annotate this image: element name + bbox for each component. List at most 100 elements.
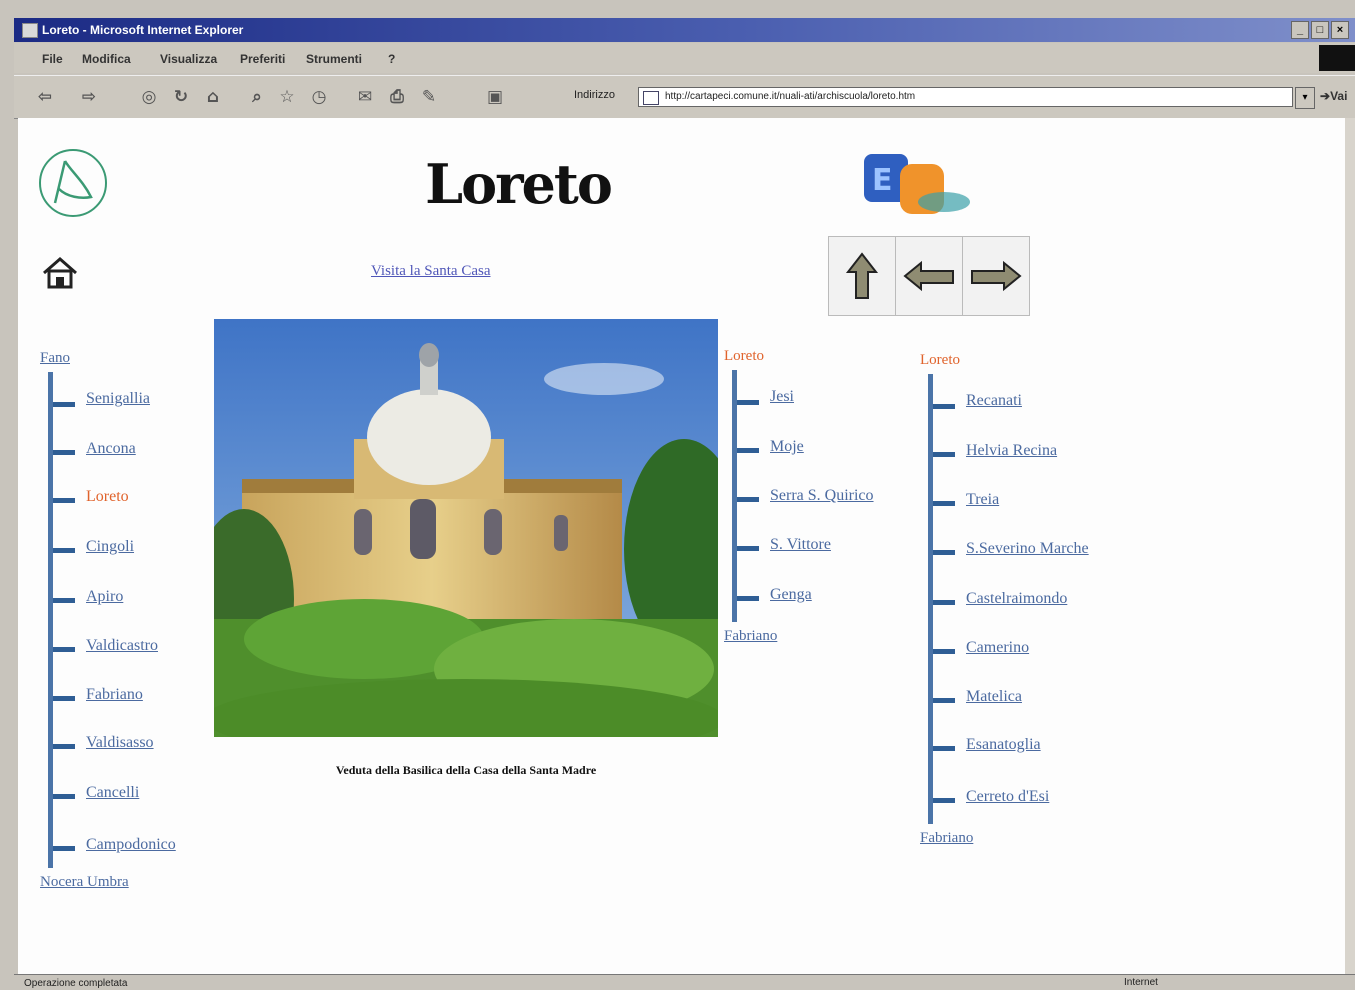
- discuss-icon[interactable]: ▣: [484, 86, 506, 108]
- tree-tick: [737, 497, 759, 502]
- itinerary-tree-left: Fano Senigallia Ancona Loreto Cingoli Ap…: [40, 350, 240, 890]
- print-icon[interactable]: ⎙: [386, 86, 408, 108]
- close-button[interactable]: ×: [1331, 21, 1349, 39]
- status-zone: Internet: [1124, 977, 1158, 988]
- page-title: Loreto: [425, 152, 613, 216]
- menu-bar: File Modifica Visualizza Preferiti Strum…: [14, 43, 1355, 73]
- address-bar[interactable]: http://cartapeci.comune.it/nuali-ati/arc…: [638, 87, 1293, 107]
- refresh-icon[interactable]: ↻: [170, 86, 192, 108]
- vertical-scrollbar[interactable]: [1345, 118, 1355, 974]
- up-arrow-icon[interactable]: [829, 237, 896, 315]
- window-title: Loreto - Microsoft Internet Explorer: [42, 23, 244, 37]
- menu-help[interactable]: ?: [388, 52, 395, 66]
- page-content: Loreto Visita la Santa Casa E Veduta del…: [18, 118, 1345, 974]
- tree-left-tail-link[interactable]: Nocera Umbra: [40, 874, 129, 891]
- tree-left-item-ancona[interactable]: Ancona: [86, 440, 136, 458]
- go-button[interactable]: ➔Vai: [1320, 89, 1347, 103]
- left-arrow-icon[interactable]: [896, 237, 963, 315]
- photo-caption: Veduta della Basilica della Casa della S…: [335, 763, 597, 777]
- tree-mid-item-moje[interactable]: Moje: [770, 438, 804, 456]
- navigation-buttons: [828, 236, 1030, 316]
- tree-tick: [737, 400, 759, 405]
- tree-right-item-helvia-recina[interactable]: Helvia Recina: [966, 442, 1057, 460]
- tree-left-item-valdisasso[interactable]: Valdisasso: [86, 734, 154, 752]
- menu-modifica[interactable]: Modifica: [82, 52, 131, 66]
- tree-tick: [53, 696, 75, 701]
- right-arrow-icon[interactable]: [963, 237, 1029, 315]
- tree-tick: [53, 744, 75, 749]
- menu-preferiti[interactable]: Preferiti: [240, 52, 285, 66]
- minimize-button[interactable]: _: [1291, 21, 1309, 39]
- tree-left-item-cingoli[interactable]: Cingoli: [86, 538, 134, 556]
- tree-left-item-fabriano[interactable]: Fabriano: [86, 686, 143, 704]
- tree-right-item-treia[interactable]: Treia: [966, 491, 999, 509]
- tree-mid-item-s-vittore[interactable]: S. Vittore: [770, 536, 831, 554]
- tree-right-item-camerino[interactable]: Camerino: [966, 639, 1029, 657]
- tree-left-item-campodonico[interactable]: Campodonico: [86, 836, 176, 854]
- tree-right-spine: [928, 374, 933, 824]
- tree-tick: [53, 794, 75, 799]
- tree-tick: [737, 546, 759, 551]
- menu-file[interactable]: File: [42, 52, 63, 66]
- tree-tick: [53, 598, 75, 603]
- home-page-icon[interactable]: [40, 255, 80, 291]
- tree-right-item-cerreto-d-esi[interactable]: Cerreto d'Esi: [966, 788, 1049, 806]
- edit-icon[interactable]: ✎: [418, 86, 440, 108]
- logo-a-icon[interactable]: [39, 149, 107, 217]
- tree-mid-item-serra-s-quirico[interactable]: Serra S. Quirico: [770, 487, 874, 505]
- tree-left-item-senigallia[interactable]: Senigallia: [86, 390, 150, 408]
- go-label: Vai: [1330, 89, 1348, 103]
- tree-tick: [933, 501, 955, 506]
- home-icon[interactable]: ⌂: [202, 86, 224, 108]
- tree-tick: [933, 550, 955, 555]
- history-icon[interactable]: ◷: [308, 86, 330, 108]
- tree-left-head-link[interactable]: Fano: [40, 350, 70, 367]
- tree-mid-spine: [732, 370, 737, 622]
- ei-logo-icon: E: [860, 150, 972, 220]
- page-icon: [643, 91, 659, 105]
- tree-right-item-esanatoglia[interactable]: Esanatoglia: [966, 736, 1041, 754]
- tree-right-item-castelraimondo[interactable]: Castelraimondo: [966, 590, 1067, 608]
- tree-left-item-cancelli[interactable]: Cancelli: [86, 784, 139, 802]
- tree-tick: [53, 450, 75, 455]
- tree-right-item-matelica[interactable]: Matelica: [966, 688, 1022, 706]
- tree-tick: [53, 402, 75, 407]
- tree-right-item-s-severino-marche[interactable]: S.Severino Marche: [966, 540, 1089, 558]
- mail-icon[interactable]: ✉: [354, 86, 376, 108]
- basilica-photo: [214, 319, 718, 737]
- search-icon[interactable]: ⌕: [246, 86, 268, 108]
- back-icon[interactable]: ⇦: [34, 86, 56, 108]
- tree-right-head: Loreto: [920, 352, 960, 368]
- visit-santa-casa-link[interactable]: Visita la Santa Casa: [371, 263, 491, 280]
- address-dropdown-icon[interactable]: ▾: [1295, 87, 1315, 109]
- tree-mid-tail-link[interactable]: Fabriano: [724, 628, 777, 645]
- ie-app-icon: [22, 23, 38, 38]
- favorites-icon[interactable]: ☆: [276, 86, 298, 108]
- tree-left-item-apiro[interactable]: Apiro: [86, 588, 123, 606]
- tree-mid-item-jesi[interactable]: Jesi: [770, 388, 794, 406]
- svg-text:E: E: [872, 163, 893, 198]
- menu-strumenti[interactable]: Strumenti: [306, 52, 362, 66]
- tree-tick: [53, 647, 75, 652]
- itinerary-tree-right: Loreto Recanati Helvia Recina Treia S.Se…: [920, 352, 1180, 852]
- tree-mid-head: Loreto: [724, 348, 764, 364]
- tree-tick: [737, 448, 759, 453]
- maximize-button[interactable]: □: [1311, 21, 1329, 39]
- tree-tick: [933, 649, 955, 654]
- tree-tick: [53, 498, 75, 503]
- tree-mid-item-genga[interactable]: Genga: [770, 586, 812, 604]
- tree-tick: [53, 846, 75, 851]
- stop-icon[interactable]: ◎: [138, 86, 160, 108]
- toolbar: ⇦ ⇨ ◎ ↻ ⌂ ⌕ ☆ ◷ ✉ ⎙ ✎ ▣ Indirizzo http:/…: [14, 75, 1355, 119]
- tree-tick: [933, 452, 955, 457]
- tree-right-item-recanati[interactable]: Recanati: [966, 392, 1022, 410]
- tree-tick: [933, 404, 955, 409]
- tree-right-tail-link[interactable]: Fabriano: [920, 830, 973, 847]
- tree-tick: [933, 698, 955, 703]
- menu-visualizza[interactable]: Visualizza: [160, 52, 217, 66]
- address-label: Indirizzo: [574, 89, 615, 101]
- window-controls: _ □ ×: [1291, 21, 1349, 39]
- window-title-bar: Loreto - Microsoft Internet Explorer _ □…: [14, 18, 1355, 42]
- forward-icon[interactable]: ⇨: [78, 86, 100, 108]
- tree-left-item-valdicastro[interactable]: Valdicastro: [86, 637, 158, 655]
